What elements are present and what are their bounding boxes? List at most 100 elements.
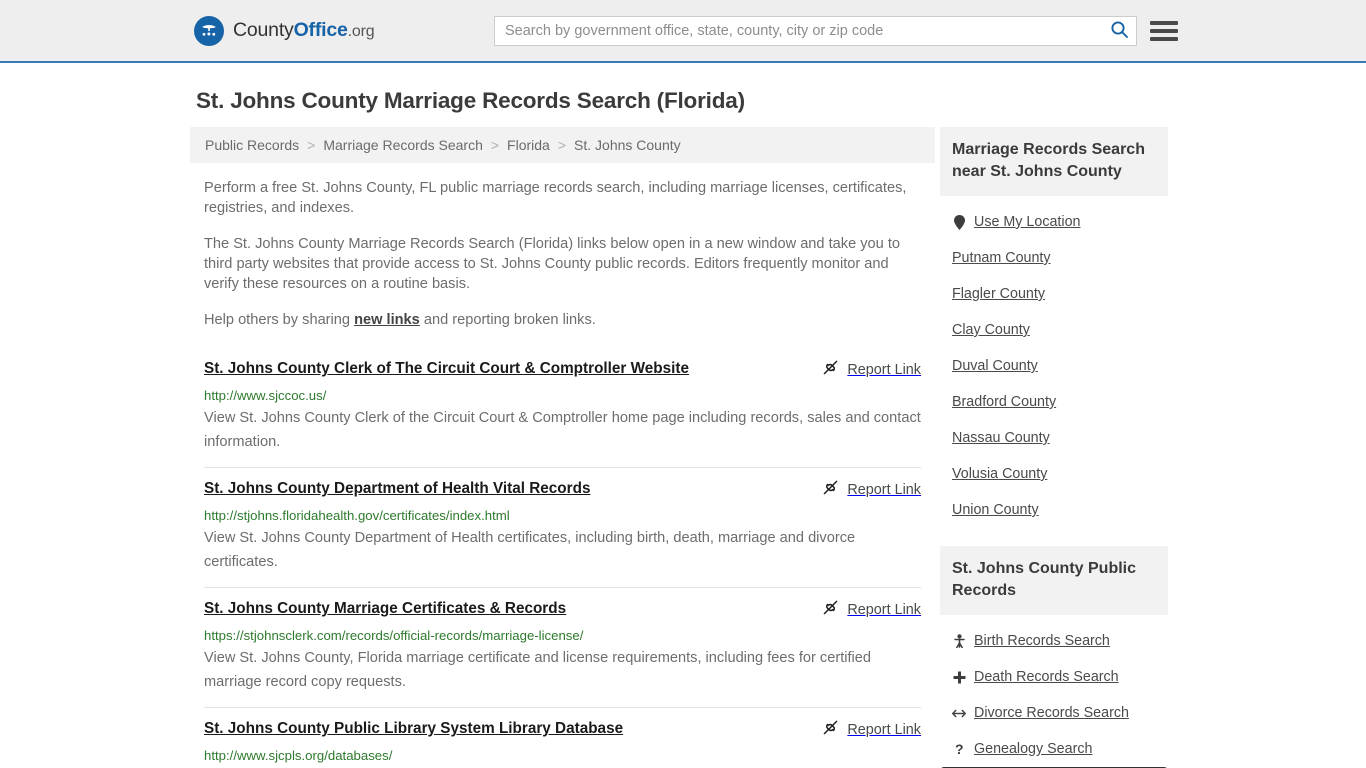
breadcrumb: Public Records > Marriage Records Search…: [190, 127, 935, 163]
intro-paragraph-3: Help others by sharing new links and rep…: [204, 310, 921, 330]
sidebar-link-label[interactable]: Use My Location: [974, 213, 1080, 231]
hamburger-menu-icon-line: [1150, 36, 1178, 41]
result-url-link[interactable]: https://stjohnsclerk.com/records/officia…: [204, 627, 921, 644]
breadcrumb-item-public-records[interactable]: Public Records: [205, 137, 299, 153]
nearby-searches-title: Marriage Records Search near St. Johns C…: [940, 127, 1168, 196]
breadcrumb-separator: >: [557, 137, 567, 153]
sidebar-item-divorce-records-search[interactable]: Divorce Records Search: [940, 695, 1168, 731]
report-link-label: Report Link: [847, 602, 921, 618]
nearby-searches-card: Marriage Records Search near St. Johns C…: [940, 127, 1168, 528]
result-header: St. Johns County Clerk of The Circuit Co…: [204, 359, 921, 381]
sidebar-item-clay-county[interactable]: Clay County: [940, 312, 1168, 348]
sidebar-item-birth-records-search[interactable]: Birth Records Search: [940, 623, 1168, 659]
intro-text-after-link: and reporting broken links.: [419, 312, 596, 328]
sidebar-link-label[interactable]: Clay County: [952, 321, 1030, 339]
search-button[interactable]: [1102, 17, 1136, 45]
sidebar-item-genealogy-search[interactable]: ? Genealogy Search: [940, 731, 1168, 767]
sidebar-item-flagler-county[interactable]: Flagler County: [940, 276, 1168, 312]
results-list: St. Johns County Clerk of The Circuit Co…: [190, 348, 935, 768]
baby-icon: [952, 634, 966, 648]
result-item: St. Johns County Clerk of The Circuit Co…: [204, 348, 921, 467]
sidebar-link-label[interactable]: Duval County: [952, 357, 1038, 375]
intro-text-before-link: Help others by sharing: [204, 312, 355, 328]
sidebar-link-label[interactable]: Putnam County: [952, 249, 1051, 267]
report-link-button[interactable]: Report Link: [802, 719, 921, 741]
broken-link-icon: [822, 599, 839, 621]
result-description: View St. Johns County Clerk of the Circu…: [204, 410, 921, 450]
report-link-label: Report Link: [847, 482, 921, 498]
brand-part-office: Office: [293, 19, 348, 41]
main-content: Public Records > Marriage Records Search…: [190, 127, 935, 768]
sidebar-link-label[interactable]: Birth Records Search: [974, 632, 1110, 650]
sidebar-link-label[interactable]: Volusia County: [952, 465, 1047, 483]
sidebar-link-label[interactable]: Flagler County: [952, 285, 1045, 303]
sidebar-item-use-my-location[interactable]: Use My Location: [940, 204, 1168, 240]
breadcrumb-item-marriage-records-search[interactable]: Marriage Records Search: [323, 137, 483, 153]
intro-paragraph-2: The St. Johns County Marriage Records Se…: [204, 236, 900, 292]
result-title-link[interactable]: St. Johns County Marriage Certificates &…: [204, 599, 566, 619]
search-icon: [1110, 20, 1129, 42]
report-link-label: Report Link: [847, 362, 921, 378]
broken-link-icon: [822, 479, 839, 501]
result-title-link[interactable]: St. Johns County Department of Health Vi…: [204, 479, 590, 499]
public-records-title: St. Johns County Public Records: [940, 546, 1168, 615]
search-input[interactable]: [495, 16, 1102, 45]
breadcrumb-separator: >: [490, 137, 500, 153]
nearby-searches-list: Use My Location Putnam County Flagler Co…: [940, 196, 1168, 528]
result-description: View St. Johns County Department of Heal…: [204, 530, 856, 570]
public-records-card: St. Johns County Public Records Birth Re…: [940, 546, 1168, 768]
site-header: CountyOffice.org: [0, 0, 1366, 63]
svg-text:?: ?: [955, 742, 964, 756]
eagle-shield-logo-icon: [194, 15, 224, 46]
sidebar-link-label[interactable]: Nassau County: [952, 429, 1050, 447]
page-title: St. Johns County Marriage Records Search…: [196, 88, 745, 113]
sidebar-item-bradford-county[interactable]: Bradford County: [940, 384, 1168, 420]
sidebar-item-union-county[interactable]: Union County: [940, 492, 1168, 528]
search-bar: [494, 15, 1137, 46]
left-right-arrow-icon: [952, 708, 966, 719]
site-logo-text: CountyOffice.org: [233, 19, 375, 42]
sidebar-item-nassau-county[interactable]: Nassau County: [940, 420, 1168, 456]
map-pin-icon: [952, 214, 966, 230]
sidebar-link-label[interactable]: Divorce Records Search: [974, 704, 1129, 722]
result-header: St. Johns County Marriage Certificates &…: [204, 599, 921, 621]
result-description: View St. Johns County, Florida marriage …: [204, 650, 872, 690]
result-url-link[interactable]: http://www.sjcpls.org/databases/: [204, 747, 921, 764]
intro-paragraph-1: Perform a free St. Johns County, FL publ…: [204, 180, 907, 216]
intro-section: Perform a free St. Johns County, FL publ…: [190, 178, 935, 330]
sidebar-link-label[interactable]: Death Records Search: [974, 668, 1119, 686]
sidebar-link-label[interactable]: Genealogy Search: [974, 740, 1092, 758]
sidebar-item-duval-county[interactable]: Duval County: [940, 348, 1168, 384]
result-title-link[interactable]: St. Johns County Public Library System L…: [204, 719, 623, 739]
sidebar-item-volusia-county[interactable]: Volusia County: [940, 456, 1168, 492]
report-link-button[interactable]: Report Link: [802, 599, 921, 621]
breadcrumb-item-st-johns-county: St. Johns County: [574, 137, 681, 153]
hamburger-menu-icon-line: [1150, 20, 1178, 25]
result-url-link[interactable]: http://www.sjccoc.us/: [204, 387, 921, 404]
question-mark-icon: ?: [952, 742, 966, 756]
sidebar-link-label[interactable]: Bradford County: [952, 393, 1056, 411]
result-header: St. Johns County Public Library System L…: [204, 719, 921, 741]
breadcrumb-item-florida[interactable]: Florida: [507, 137, 550, 153]
sidebar-item-death-records-search[interactable]: Death Records Search: [940, 659, 1168, 695]
hamburger-menu-icon-line: [1150, 28, 1178, 33]
report-link-label: Report Link: [847, 722, 921, 738]
hamburger-menu-button[interactable]: [1150, 20, 1178, 42]
result-url-link[interactable]: http://stjohns.floridahealth.gov/certifi…: [204, 507, 921, 524]
site-logo-link[interactable]: CountyOffice.org: [194, 15, 375, 46]
result-item: St. Johns County Department of Health Vi…: [204, 467, 921, 587]
public-records-list: Birth Records Search Death Records Searc…: [940, 615, 1168, 768]
new-links-link[interactable]: new links: [354, 312, 420, 328]
brand-part-county: County: [233, 19, 294, 41]
result-title-link[interactable]: St. Johns County Clerk of The Circuit Co…: [204, 359, 689, 379]
report-link-button[interactable]: Report Link: [802, 479, 921, 501]
broken-link-icon: [822, 359, 839, 381]
sidebar: Marriage Records Search near St. Johns C…: [940, 127, 1168, 768]
result-item: St. Johns County Marriage Certificates &…: [204, 587, 921, 707]
sidebar-item-putnam-county[interactable]: Putnam County: [940, 240, 1168, 276]
sidebar-link-label[interactable]: Union County: [952, 501, 1039, 519]
brand-part-tld: .org: [347, 23, 375, 40]
report-link-button[interactable]: Report Link: [802, 359, 921, 381]
cross-icon: [952, 671, 966, 684]
breadcrumb-separator: >: [307, 137, 316, 153]
